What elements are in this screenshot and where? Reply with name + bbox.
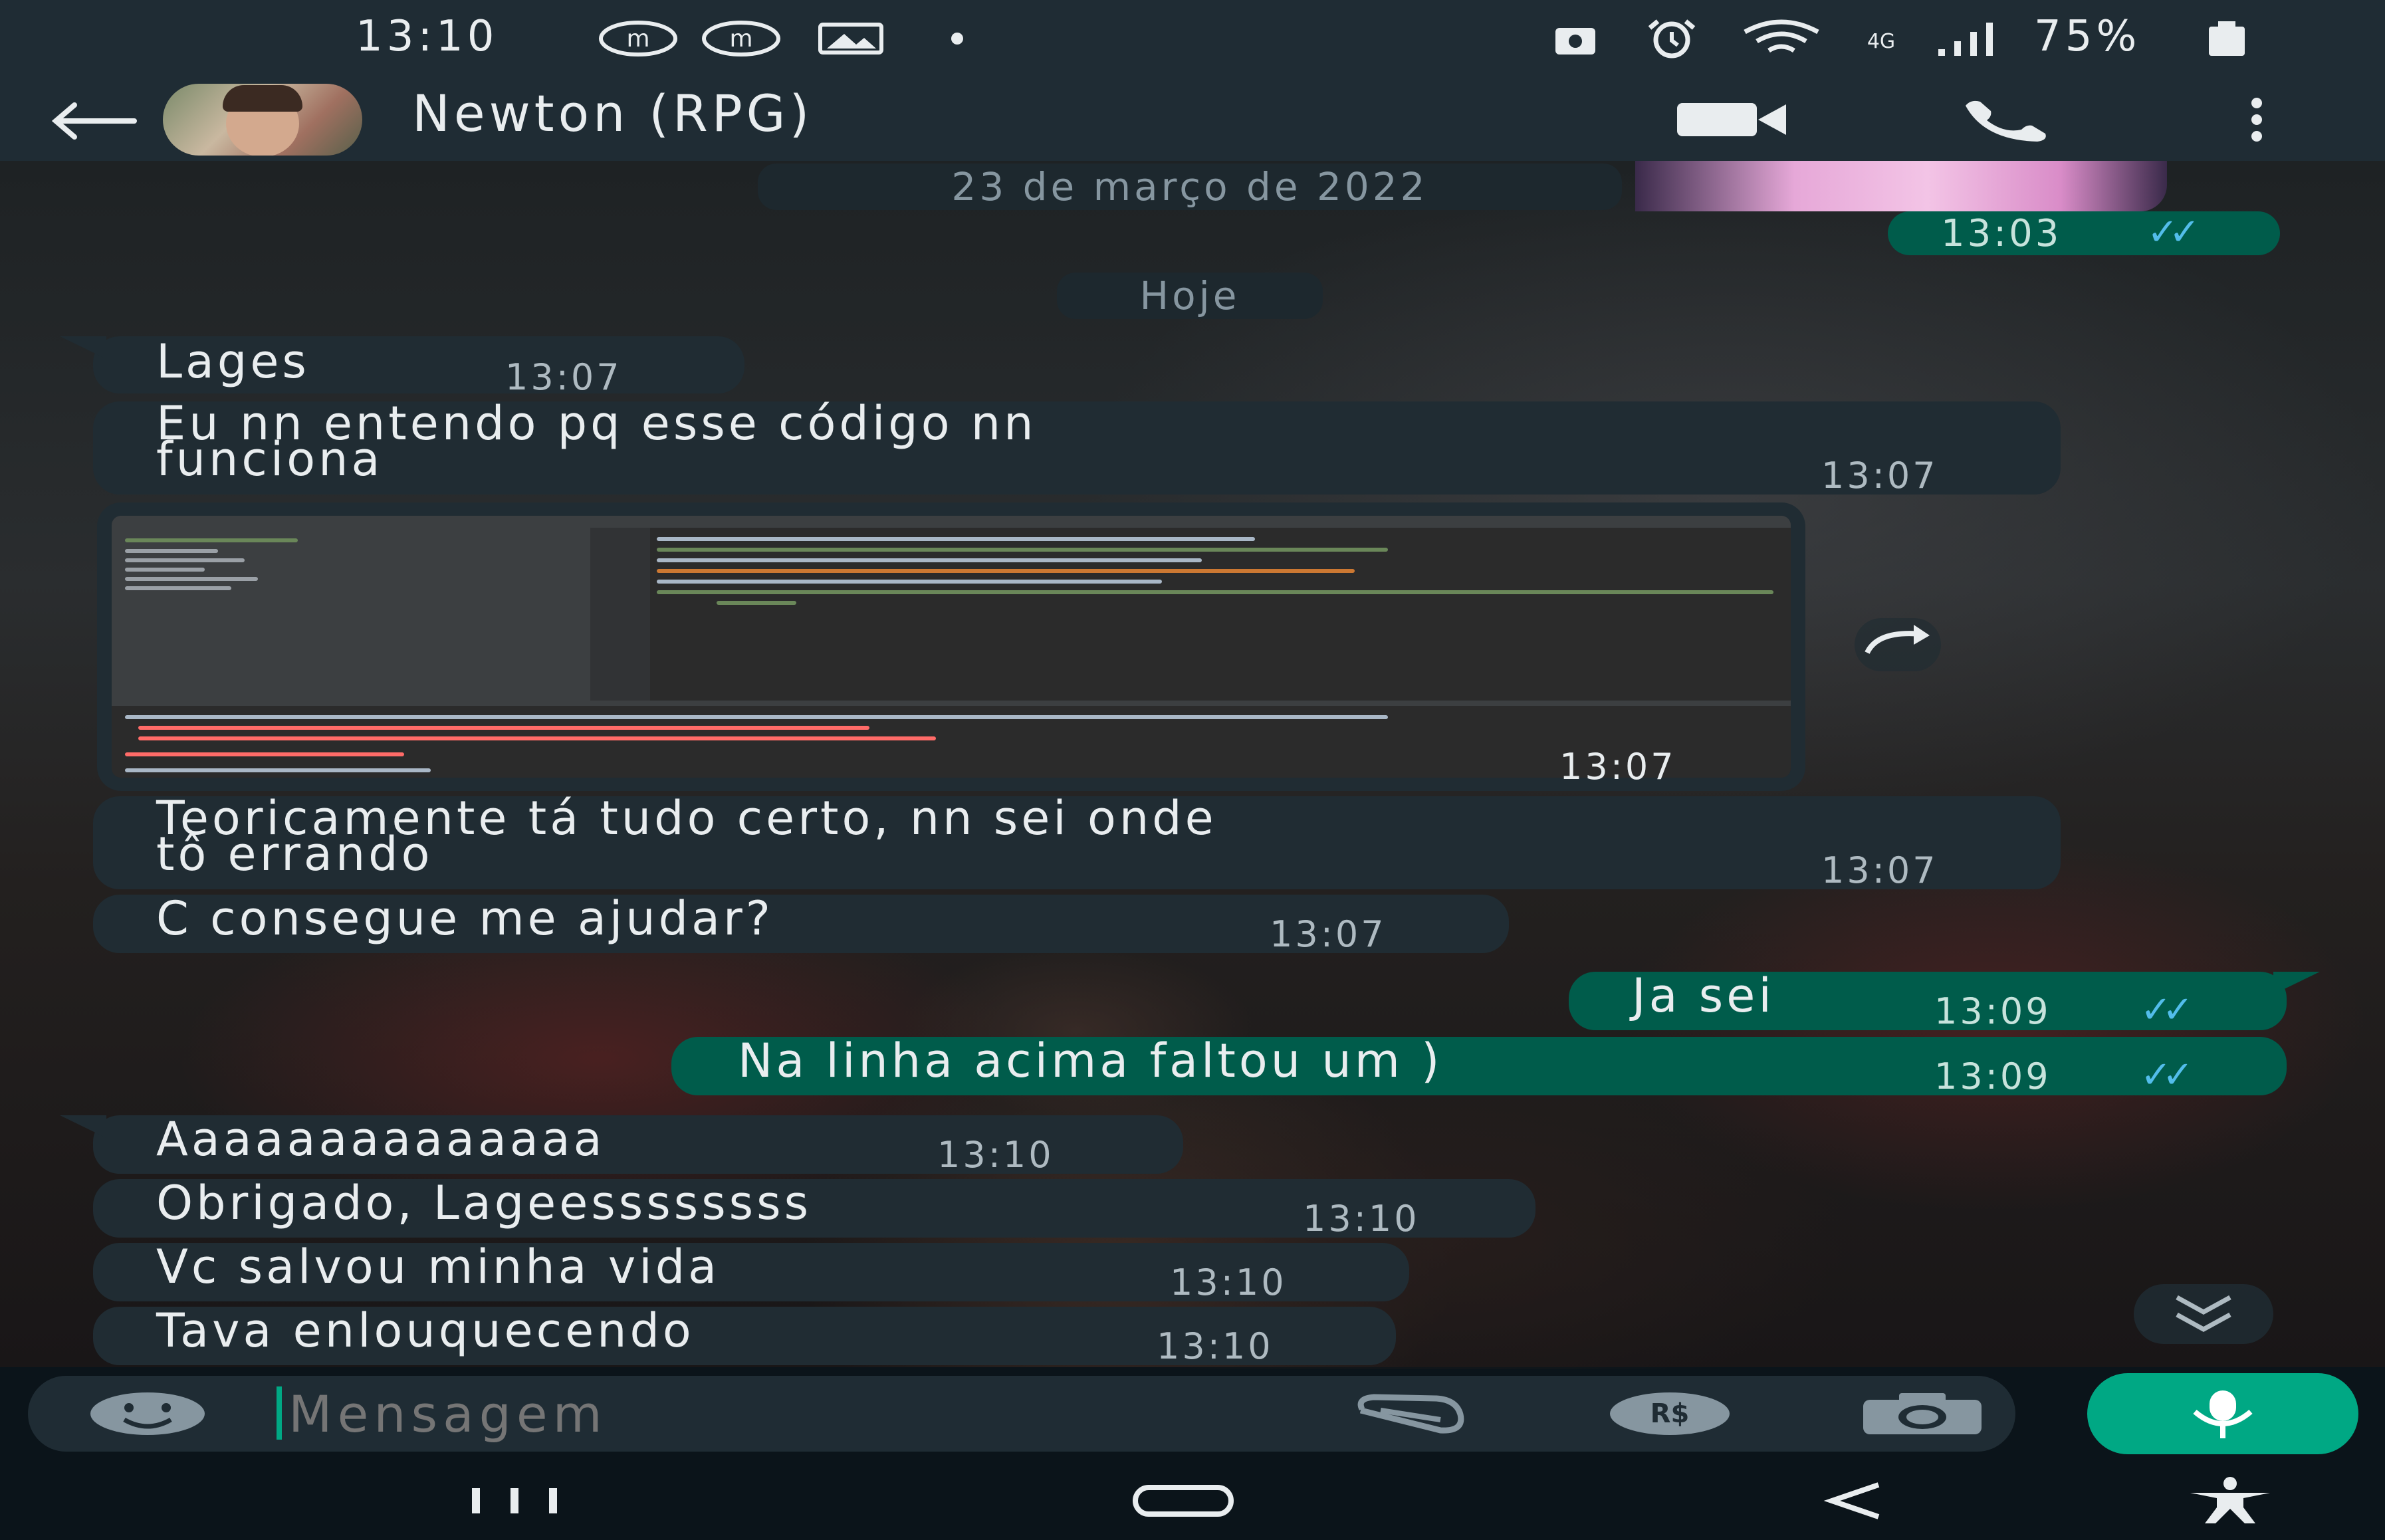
arrow-left-icon bbox=[51, 102, 137, 140]
accessibility-button[interactable] bbox=[2180, 1473, 2280, 1529]
date-separator: 23 de março de 2022 bbox=[758, 164, 1622, 210]
recent-apps-button[interactable] bbox=[459, 1474, 572, 1527]
message-time: 13:09 bbox=[1934, 990, 2051, 1032]
status-bar: 13:10 m m 4G 75% bbox=[0, 0, 2385, 80]
more-vert-icon bbox=[2251, 98, 2262, 142]
back-nav-button[interactable] bbox=[1808, 1474, 1901, 1527]
battery-percent: 75% bbox=[2034, 12, 2141, 61]
message-text: Vc salvou minha vida bbox=[156, 1240, 721, 1294]
voice-call-button[interactable] bbox=[1954, 93, 2061, 146]
voice-record-button[interactable] bbox=[2087, 1373, 2358, 1454]
camera-button[interactable] bbox=[1856, 1387, 1989, 1440]
signal-icon bbox=[1931, 19, 2004, 58]
previous-image-message[interactable] bbox=[1635, 161, 2167, 211]
message-text: Eu nn entendo pq esse código nn funciona bbox=[156, 396, 1037, 487]
read-ticks-icon: ✓✓ bbox=[2140, 1053, 2194, 1097]
message-bubble[interactable]: Na linha acima faltou um ) 13:09 ✓✓ bbox=[671, 1034, 2287, 1097]
message-time: 13:10 bbox=[1157, 1325, 1274, 1367]
system-navigation-bar bbox=[0, 1460, 2385, 1540]
message-text: Ja sei bbox=[1632, 968, 1775, 1023]
message-bubble[interactable]: Eu nn entendo pq esse código nn funciona… bbox=[93, 396, 2061, 496]
payment-button[interactable]: R$ bbox=[1603, 1387, 1736, 1440]
svg-text:m: m bbox=[729, 25, 752, 53]
message-text: Lages bbox=[156, 334, 310, 389]
message-text: C consegue me ajudar? bbox=[156, 891, 774, 946]
image-message[interactable]: 13:07 bbox=[97, 502, 1805, 791]
svg-text:m: m bbox=[626, 25, 649, 53]
message-time: 13:07 bbox=[1270, 913, 1387, 955]
battery-icon bbox=[2200, 19, 2253, 58]
message-text: Tava enlouquecendo bbox=[156, 1303, 695, 1358]
back-nav-icon bbox=[1823, 1482, 1880, 1519]
m-notification-icon: m bbox=[595, 19, 681, 58]
message-bubble[interactable]: C consegue me ajudar? 13:07 bbox=[93, 891, 1509, 955]
message-bubble[interactable]: Teoricamente tá tudo certo, nn sei onde … bbox=[93, 791, 2061, 891]
svg-text:R$: R$ bbox=[1650, 1398, 1690, 1429]
payment-icon: R$ bbox=[1610, 1392, 1730, 1435]
attach-button[interactable] bbox=[1344, 1387, 1477, 1440]
message-bubble[interactable]: Aaaaaaaaaaaaaa 13:10 bbox=[60, 1112, 1183, 1176]
text-cursor bbox=[277, 1386, 282, 1440]
recent-apps-icon bbox=[472, 1488, 557, 1513]
contact-name[interactable]: Newton (RPG) bbox=[412, 84, 813, 143]
message-time: 13:10 bbox=[937, 1134, 1054, 1176]
chat-header: Newton (RPG) bbox=[0, 80, 2385, 161]
chevron-double-down-icon bbox=[2176, 1295, 2231, 1332]
mic-icon bbox=[2193, 1390, 2253, 1438]
message-text: Obrigado, Lageessssssss bbox=[156, 1176, 812, 1230]
phone-icon bbox=[1966, 100, 2046, 142]
message-bubble[interactable]: Ja sei 13:09 ✓✓ bbox=[1569, 968, 2320, 1032]
message-bubble[interactable]: Lages 13:07 bbox=[60, 334, 744, 398]
message-bubble[interactable]: Tava enlouquecendo 13:10 bbox=[93, 1303, 1396, 1367]
status-time: 13:10 bbox=[356, 12, 499, 61]
message-time: 13:07 bbox=[1821, 455, 1938, 496]
message-time: 13:07 bbox=[1559, 746, 1676, 788]
code-screenshot[interactable] bbox=[112, 516, 1791, 778]
network-label: 4G bbox=[1867, 29, 1896, 53]
message-text: Aaaaaaaaaaaaaa bbox=[156, 1112, 606, 1166]
message-composer: R$ bbox=[28, 1376, 2015, 1452]
previous-outgoing-time: 13:03 ✓✓ bbox=[1888, 211, 2280, 255]
accessibility-icon bbox=[2190, 1477, 2270, 1523]
video-call-button[interactable] bbox=[1668, 93, 1795, 146]
home-icon bbox=[1133, 1485, 1234, 1517]
video-call-icon bbox=[1677, 103, 1786, 136]
read-ticks-icon: ✓✓ bbox=[2147, 211, 2200, 254]
home-button[interactable] bbox=[1123, 1474, 1243, 1527]
message-time: 13:09 bbox=[1934, 1055, 2051, 1097]
m-notification-icon: m bbox=[698, 19, 784, 58]
message-bubble[interactable]: Vc salvou minha vida 13:10 bbox=[93, 1240, 1409, 1303]
today-separator: Hoje bbox=[1057, 273, 1323, 319]
forward-button[interactable] bbox=[1855, 618, 1941, 671]
message-time: 13:10 bbox=[1303, 1198, 1420, 1240]
alarm-icon bbox=[1635, 19, 1708, 58]
back-button[interactable] bbox=[41, 94, 148, 148]
message-text: Na linha acima faltou um ) bbox=[738, 1034, 1443, 1088]
avatar[interactable] bbox=[163, 84, 362, 156]
emoji-button[interactable] bbox=[88, 1387, 207, 1440]
read-ticks-icon: ✓✓ bbox=[2140, 988, 2194, 1032]
message-time: 13:07 bbox=[1821, 849, 1938, 891]
attach-icon bbox=[1357, 1394, 1464, 1434]
more-options-button[interactable] bbox=[2227, 93, 2287, 146]
gallery-icon bbox=[814, 19, 887, 58]
forward-icon bbox=[1865, 625, 1930, 654]
message-time: 13:10 bbox=[1170, 1262, 1287, 1303]
scroll-to-bottom-button[interactable] bbox=[2134, 1284, 2273, 1344]
message-input[interactable] bbox=[287, 1381, 1284, 1446]
message-text: Teoricamente tá tudo certo, nn sei onde … bbox=[156, 791, 1217, 881]
dot-icon bbox=[944, 19, 970, 58]
alarm-lock-icon bbox=[1542, 19, 1609, 58]
wifi-icon bbox=[1735, 19, 1828, 58]
emoji-icon bbox=[90, 1392, 205, 1435]
message-time: 13:07 bbox=[505, 356, 622, 398]
camera-icon bbox=[1863, 1393, 1982, 1434]
message-bubble[interactable]: Obrigado, Lageessssssss 13:10 bbox=[93, 1176, 1535, 1240]
